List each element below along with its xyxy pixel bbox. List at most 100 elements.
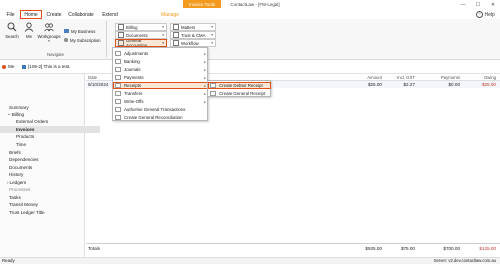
chevron-down-icon: ▾ [48, 39, 50, 43]
workflow-icon [173, 40, 179, 46]
expand-icon: › [7, 179, 9, 185]
chevron-right-icon: ▸ [204, 83, 206, 88]
tab-create[interactable]: Create [44, 10, 64, 19]
authorise-icon [115, 107, 121, 112]
debtor-receipt-icon [210, 83, 216, 88]
authorise-label: Authorise General Transactions [124, 107, 186, 112]
sidebar-item-summary[interactable]: Summary [0, 104, 93, 111]
matters-icon [173, 24, 179, 30]
sidebar-item-time[interactable]: Time [0, 141, 100, 148]
my-business-button[interactable]: My Business [64, 27, 95, 35]
billing-icon [118, 24, 124, 30]
ribbon-separator [106, 21, 107, 57]
maximize-button[interactable]: ☐ [471, 0, 485, 9]
matters-dropdown[interactable]: Matters ▾ [170, 23, 216, 31]
menu-item-create-general-reconciliation[interactable]: Create General Reconciliation [113, 114, 208, 121]
journals-icon [115, 67, 121, 72]
record-bar [0, 60, 500, 74]
sidebar-item-external-orders[interactable]: External Orders [0, 118, 100, 125]
sidebar-item-billing[interactable]: ⌄ Billing [0, 111, 91, 118]
trust-icon [173, 32, 179, 38]
trust-cma-dropdown[interactable]: Trust & CMA ▾ [170, 31, 216, 39]
chevron-down-icon: ▾ [211, 25, 213, 29]
row-amount: $25.00 [367, 82, 382, 87]
row-incl-gst: $2.27 [403, 82, 416, 87]
me-filter-label: Me [8, 64, 15, 69]
sidebar-item-ledgers[interactable]: › Ledgers [0, 179, 91, 186]
search-button[interactable]: Search [4, 22, 20, 46]
menu-item-journals[interactable]: Journals ▸ [113, 66, 208, 73]
status-text: Ready [2, 258, 15, 263]
tab-file[interactable]: File [3, 10, 18, 19]
adjustments-icon [115, 51, 121, 56]
chevron-right-icon: ▸ [204, 51, 206, 56]
me-label: Me [26, 34, 32, 39]
group-icon [44, 23, 54, 32]
payments-icon [115, 75, 121, 80]
minimize-button[interactable]: — [456, 0, 470, 9]
chevron-right-icon: ▸ [204, 75, 206, 80]
trust-cma-label: Trust & CMA [181, 32, 206, 38]
sidebar-item-processes[interactable]: Processes [0, 186, 93, 193]
general-receipt-icon [210, 91, 216, 96]
total-payments: $700.00 [443, 245, 460, 251]
sidebar-item-history[interactable]: History [0, 171, 93, 178]
close-button[interactable]: ✕ [486, 0, 500, 9]
menu-item-payments[interactable]: Payments ▸ [113, 74, 208, 81]
total-owing: $125.00 [479, 245, 496, 251]
me-button[interactable]: Me [21, 22, 37, 46]
general-accounting-dropdown[interactable]: General Accounting ▾ [115, 38, 167, 48]
menu-item-create-general-receipt[interactable]: Create General Receipt [208, 90, 271, 97]
tab-extend[interactable]: Extend [100, 10, 120, 19]
sidebar-item-transit-money[interactable]: Transit Money [0, 201, 93, 208]
sidebar-item-briefs[interactable]: Briefs [0, 149, 93, 156]
chevron-down-icon: ▾ [211, 33, 213, 37]
menu-item-create-debtor-receipt[interactable]: Create Debtor Receipt [208, 82, 271, 89]
reconciliation-icon [115, 115, 121, 120]
me-filter[interactable]: Me [2, 63, 14, 70]
briefcase-icon [64, 29, 69, 33]
transfers-label: Transfers [124, 91, 143, 96]
my-subscription-label: My Subscription [70, 37, 101, 43]
sidebar-item-dependencies[interactable]: Dependencies [0, 156, 93, 163]
tab-manage[interactable]: Manage [158, 10, 182, 19]
billing-nav-label: Billing [11, 111, 25, 117]
menu-item-transfers[interactable]: Transfers ▸ [113, 90, 208, 97]
menu-item-authorise-general-transactions[interactable]: Authorise General Transactions [113, 106, 208, 113]
menu-item-banking[interactable]: Banking ▸ [113, 58, 208, 65]
billing-dropdown[interactable]: Billing ▾ [115, 23, 167, 31]
search-icon [7, 22, 17, 32]
collapse-icon: ⌄ [7, 111, 11, 117]
sidebar-item-tasks[interactable]: Tasks [0, 194, 93, 201]
menu-item-receipts[interactable]: Receipts ▸ [113, 82, 208, 89]
chevron-down-icon: ▾ [211, 41, 213, 45]
search-label: Search [5, 34, 19, 39]
record-title: [109-2] This is a test. [28, 64, 71, 69]
server-info: Server: v2.dev.contactlaw.com.au [433, 258, 496, 263]
menu-item-adjustments[interactable]: Adjustments ▸ [113, 50, 208, 57]
reconciliation-label: Create General Reconciliation [124, 115, 183, 120]
tab-home[interactable]: Home [20, 10, 42, 19]
tab-collaborate[interactable]: Collaborate [66, 10, 96, 19]
sidebar-item-trust-ledger-title[interactable]: Trust Ledger Title [0, 209, 93, 216]
documents-icon [118, 32, 124, 38]
person-icon [2, 64, 6, 69]
sidebar-item-documents[interactable]: Documents [0, 164, 93, 171]
help-icon: ? [476, 11, 483, 18]
sidebar-item-invoices[interactable]: Invoices [0, 126, 100, 133]
ledgers-nav-label: Ledgers [9, 179, 27, 185]
record-breadcrumb[interactable]: [109-2] This is a test. [22, 63, 71, 70]
general-accounting-menu: Adjustments ▸ Banking ▸ Journals ▸ Payments… [112, 47, 208, 121]
my-subscription-button[interactable]: My Subscription [64, 36, 101, 44]
chevron-right-icon: ▸ [204, 99, 206, 104]
totals-label: Totals [88, 245, 100, 251]
receipts-submenu: Create Debtor Receipt Create General Rec… [207, 80, 271, 97]
workgroups-button[interactable]: Workgroups ▾ [37, 22, 61, 46]
sidebar-item-products[interactable]: Products [0, 133, 100, 140]
user-icon [24, 22, 34, 32]
workflow-dropdown[interactable]: Workflow ▾ [170, 39, 216, 47]
menu-item-write-offs[interactable]: Write-Offs ▸ [113, 98, 208, 105]
help-button[interactable]: ? Help [476, 11, 495, 18]
chevron-right-icon: ▸ [204, 67, 206, 72]
total-amount: $925.00 [365, 245, 382, 251]
